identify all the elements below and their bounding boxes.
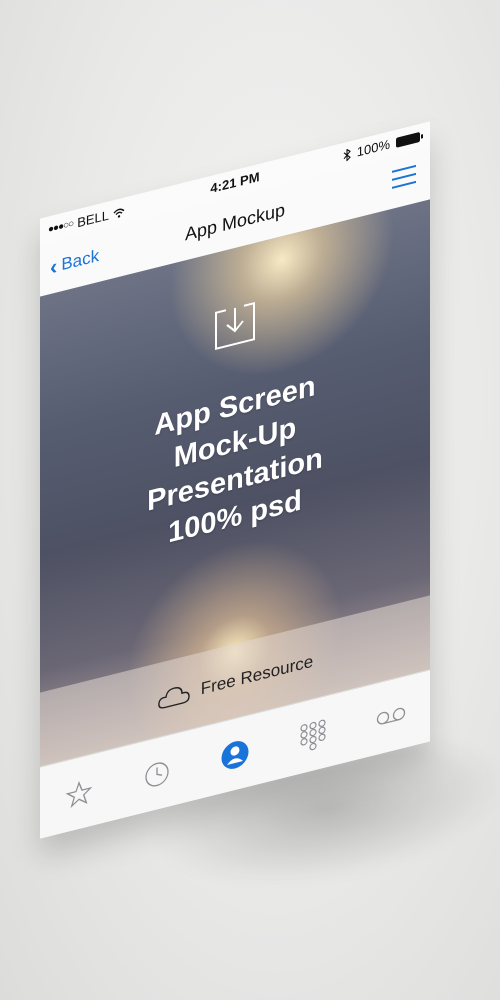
cloud-icon (157, 687, 190, 709)
tab-keypad[interactable] (293, 711, 333, 761)
battery-percent: 100% (356, 136, 390, 160)
tab-voicemail[interactable] (371, 691, 411, 741)
voicemail-icon (376, 707, 406, 725)
backdrop: ●●●○○ BELL 4:21 PM 100% ‹ Back App Mocku… (0, 0, 500, 1000)
battery-icon (396, 131, 420, 148)
tab-recents[interactable] (137, 749, 177, 799)
hero-headline: App Screen Mock-Up Presentation 100% psd (40, 339, 430, 584)
tab-favorites[interactable] (59, 769, 99, 819)
tab-contacts[interactable] (215, 730, 255, 780)
download-icon[interactable] (212, 298, 258, 353)
contact-icon (221, 741, 249, 769)
star-icon (65, 781, 93, 809)
keypad-icon (300, 719, 326, 751)
bluetooth-icon (343, 148, 351, 162)
free-resource-label: Free Resource (200, 651, 314, 699)
hero-panel: App Screen Mock-Up Presentation 100% psd… (40, 199, 430, 767)
phone-screen: ●●●○○ BELL 4:21 PM 100% ‹ Back App Mocku… (40, 121, 430, 839)
clock-icon (145, 762, 169, 787)
